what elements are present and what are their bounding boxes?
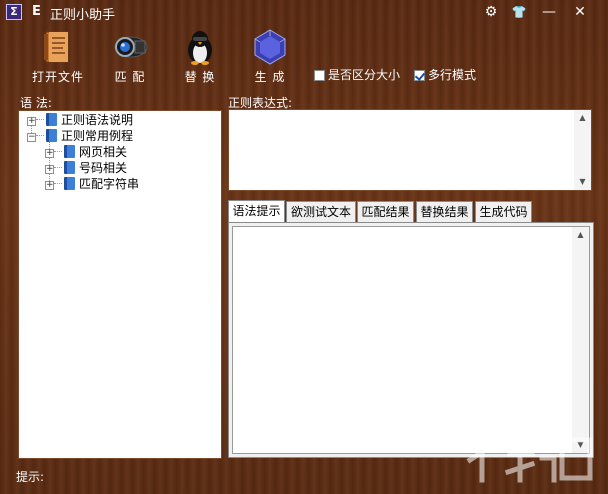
expand-icon[interactable]: + xyxy=(45,165,54,174)
replace-label: 替 换 xyxy=(184,70,216,84)
book-icon xyxy=(46,129,57,142)
scroll-up-icon[interactable]: ▲ xyxy=(574,110,591,126)
tab-syntax-hint[interactable]: 语法提示 xyxy=(228,200,285,223)
syntax-hint-textarea[interactable]: ▲ ▼ xyxy=(232,226,590,454)
replace-button[interactable]: 替 换 xyxy=(170,28,230,85)
app-window: Σ E 正则小助手 ⚙ 👕 — ✕ 打开文件 匹 配 替 换 生 成 是否区分大… xyxy=(0,0,608,494)
book-icon xyxy=(64,161,75,174)
title-bar: Σ E 正则小助手 ⚙ 👕 — ✕ xyxy=(0,0,608,24)
tree-item[interactable]: + 正则语法说明 xyxy=(27,112,133,128)
match-button[interactable]: 匹 配 xyxy=(100,28,160,85)
watermark-logo xyxy=(465,437,593,483)
book-icon xyxy=(64,177,75,190)
book-icon xyxy=(46,113,57,126)
penguin-icon xyxy=(188,31,212,65)
collapse-icon[interactable]: − xyxy=(27,133,36,142)
hint-scrollbar[interactable]: ▲ ▼ xyxy=(572,227,589,453)
tab-generate-code[interactable]: 生成代码 xyxy=(475,201,532,222)
generate-button[interactable]: 生 成 xyxy=(240,28,300,85)
app-logo-icon: Σ xyxy=(6,4,22,20)
regex-input[interactable]: ▲ ▼ xyxy=(228,109,592,191)
tree-item[interactable]: − 正则常用例程 xyxy=(27,128,133,144)
syntax-tree[interactable]: + 正则语法说明 − 正则常用例程 + 网页相关 + 号码相关 + 匹配字符串 xyxy=(18,110,222,459)
match-label: 匹 配 xyxy=(114,70,146,84)
open-file-label: 打开文件 xyxy=(31,70,84,84)
tree-item[interactable]: + 号码相关 xyxy=(45,160,127,176)
case-sensitive-label: 是否区分大小 xyxy=(328,68,401,82)
regex-scrollbar[interactable]: ▲ ▼ xyxy=(574,110,591,190)
tab-replace-result[interactable]: 替换结果 xyxy=(416,201,473,222)
scroll-up-icon[interactable]: ▲ xyxy=(572,227,589,243)
minimize-button[interactable]: — xyxy=(536,1,562,23)
multiline-checkbox[interactable]: 多行模式 xyxy=(414,66,476,83)
tree-item[interactable]: + 匹配字符串 xyxy=(45,176,139,192)
syntax-label: 语 法: xyxy=(20,96,52,110)
tab-test-text[interactable]: 欲测试文本 xyxy=(286,201,356,222)
close-button[interactable]: ✕ xyxy=(567,1,593,23)
skin-icon[interactable]: 👕 xyxy=(506,1,532,23)
scroll-down-icon[interactable]: ▼ xyxy=(574,174,591,190)
book-icon xyxy=(44,31,69,63)
open-file-button[interactable]: 打开文件 xyxy=(28,28,88,85)
expand-icon[interactable]: + xyxy=(45,149,54,158)
settings-icon[interactable]: ⚙ xyxy=(478,1,504,23)
multiline-box[interactable] xyxy=(414,70,425,81)
tab-panel: ▲ ▼ xyxy=(228,222,594,458)
generate-label: 生 成 xyxy=(254,70,286,84)
multiline-label: 多行模式 xyxy=(428,68,477,82)
dice-icon xyxy=(254,29,286,65)
tab-match-result[interactable]: 匹配结果 xyxy=(357,201,414,222)
expand-icon[interactable]: + xyxy=(27,117,36,126)
app-badge: E xyxy=(32,4,41,19)
expand-icon[interactable]: + xyxy=(45,181,54,190)
tree-item[interactable]: + 网页相关 xyxy=(45,144,127,160)
window-title: 正则小助手 xyxy=(50,8,116,23)
case-sensitive-checkbox[interactable]: 是否区分大小 xyxy=(314,66,400,83)
book-icon xyxy=(64,145,75,158)
status-hint: 提示: xyxy=(16,470,45,484)
lens-icon xyxy=(114,36,148,58)
case-sensitive-box[interactable] xyxy=(314,70,325,81)
